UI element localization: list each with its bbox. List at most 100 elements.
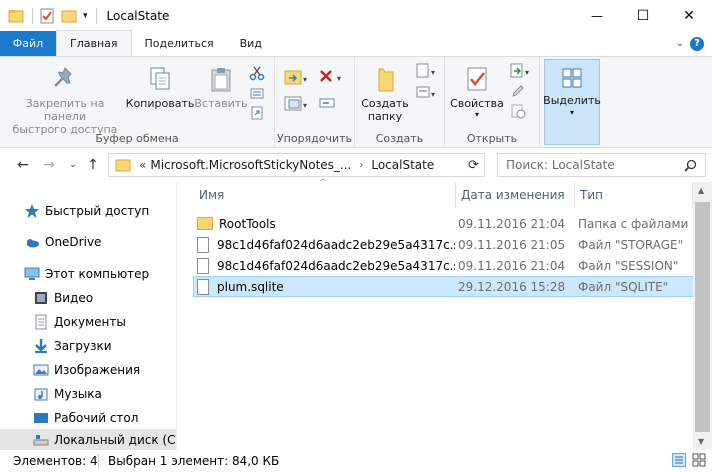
file-type: Файл "STORAGE"	[578, 237, 684, 252]
column-header-date[interactable]: Дата изменения	[455, 182, 575, 208]
file-type: Файл "SESSION"	[578, 258, 679, 273]
nav-item-music[interactable]: Музыка	[0, 383, 176, 405]
music-icon	[33, 386, 49, 402]
file-name: 98c1d46faf024d6aadc2eb29e5a4317c.stor...	[217, 258, 455, 273]
scrollbar-thumb[interactable]	[695, 202, 710, 432]
folder-app-icon[interactable]	[8, 8, 24, 24]
svg-text:▾: ▾	[337, 74, 341, 83]
pin-quick-access-button[interactable]: Закрепить на панели быстрого доступа	[4, 65, 126, 136]
file-list: Имя ^ Дата изменения Тип Р RootTools 09.…	[177, 178, 712, 450]
ribbon: Закрепить на панели быстрого доступа Коп…	[0, 56, 712, 148]
quick-access-dropdown-icon[interactable]: ▾	[83, 11, 88, 21]
details-view-icon[interactable]	[672, 453, 686, 467]
create-group-label: Создать	[375, 132, 424, 145]
copy-to-button[interactable]: ▾	[281, 93, 311, 113]
copy-button[interactable]: Копировать	[126, 65, 194, 110]
edit-icon	[512, 85, 524, 97]
search-placeholder: Поиск: LocalState	[506, 158, 615, 172]
folder-icon	[197, 217, 213, 230]
file-type: Файл "SQLITE"	[578, 279, 669, 294]
properties-dropdown-icon[interactable]: ▾	[475, 110, 479, 120]
minimize-button[interactable]: —	[574, 0, 620, 31]
easy-access-button[interactable]: ▾	[413, 83, 441, 103]
search-box[interactable]: Поиск: LocalState	[497, 153, 706, 177]
refresh-icon[interactable]: ⟳	[462, 153, 485, 177]
properties-button[interactable]: Свойства ▾	[447, 65, 507, 120]
open-button[interactable]: ▾	[507, 61, 535, 81]
breadcrumb-segment-current[interactable]: LocalState	[371, 158, 434, 172]
clipboard-group: Закрепить на панели быстрого доступа Коп…	[0, 57, 275, 148]
create-group: Создать папку ▾ ▾ Создать	[355, 57, 445, 148]
nav-item-desktop[interactable]: Рабочий стол	[0, 407, 176, 429]
file-date: 29.12.2016 15:28	[458, 279, 566, 294]
move-to-button[interactable]: ▾	[281, 67, 311, 87]
back-arrow-icon[interactable]: ←	[14, 156, 32, 174]
tab-view[interactable]: Вид	[227, 31, 275, 56]
item-count: Элементов: 4	[13, 454, 98, 468]
nav-item-onedrive[interactable]: OneDrive	[0, 231, 176, 253]
tab-home[interactable]: Главная	[56, 30, 132, 56]
new-item-button[interactable]: ▾	[413, 61, 441, 81]
desktop-icon	[33, 410, 49, 426]
cut-button[interactable]	[246, 63, 268, 83]
nav-item-downloads[interactable]: Загрузки	[0, 335, 176, 357]
properties-quick-icon[interactable]	[39, 8, 55, 24]
scroll-down-icon[interactable]: ▼	[698, 437, 704, 446]
title-separator	[95, 7, 97, 24]
paste-button[interactable]: Вставить	[194, 65, 248, 110]
up-arrow-icon[interactable]: ↑	[84, 156, 102, 174]
file-row-storage[interactable]: 98c1d46faf024d6aadc2eb29e5a4317c.stor...…	[193, 234, 701, 255]
recent-locations-icon[interactable]: ⌄	[64, 156, 82, 174]
svg-text:▾: ▾	[525, 68, 529, 77]
new-folder-quick-icon[interactable]	[61, 8, 77, 24]
address-overflow[interactable]: «	[139, 158, 146, 172]
breadcrumb-chevron-icon[interactable]: ›	[359, 160, 363, 171]
copy-icon	[150, 67, 170, 90]
content-scrollbar[interactable]: ▲ ▼	[693, 182, 712, 450]
breadcrumb-segment-parent[interactable]: Microsoft.MicrosoftStickyNotes_...	[150, 158, 351, 172]
history-button[interactable]	[507, 101, 529, 121]
forward-arrow-icon[interactable]: →	[40, 156, 58, 174]
maximize-button[interactable]: ☐	[620, 0, 666, 31]
sort-chevron-up-icon: ^	[319, 178, 327, 188]
nav-item-documents[interactable]: Документы	[0, 311, 176, 333]
tab-file[interactable]: Файл	[0, 31, 56, 56]
scroll-up-icon[interactable]: ▲	[698, 186, 704, 195]
close-button[interactable]: ✕	[666, 0, 712, 31]
delete-button[interactable]: ▾	[315, 67, 347, 87]
tab-share[interactable]: Поделиться	[132, 31, 227, 56]
paste-shortcut-icon	[251, 106, 263, 120]
expand-ribbon-icon[interactable]: ⌄	[670, 38, 690, 49]
large-icons-view-icon[interactable]	[692, 453, 706, 467]
svg-text:▾: ▾	[303, 75, 307, 84]
nav-item-quick-access[interactable]: Быстрый доступ	[0, 200, 176, 222]
nav-item-pictures[interactable]: Изображения	[0, 359, 176, 381]
file-date: 09.11.2016 21:04	[458, 216, 566, 231]
copy-path-button[interactable]	[246, 83, 268, 103]
file-row-plum-sqlite[interactable]: plum.sqlite 29.12.2016 15:28 Файл "SQLIT…	[193, 276, 701, 297]
scissors-icon	[249, 66, 265, 81]
address-bar[interactable]: « Microsoft.MicrosoftStickyNotes_... › L…	[108, 153, 485, 177]
cloud-icon	[24, 234, 40, 250]
new-folder-button[interactable]: Создать папку	[357, 65, 413, 123]
nav-item-local-disk[interactable]: Локальный диск (С	[0, 429, 176, 450]
rename-icon	[319, 98, 335, 108]
edit-button[interactable]	[507, 81, 529, 101]
easy-access-icon: ▾	[416, 86, 435, 99]
history-icon	[511, 104, 526, 119]
clipboard-group-label: Буфер обмена	[95, 132, 179, 145]
paste-shortcut-button[interactable]	[246, 103, 268, 123]
help-icon[interactable]: ?	[690, 36, 704, 51]
svg-text:▾: ▾	[431, 68, 435, 77]
file-row-session[interactable]: 98c1d46faf024d6aadc2eb29e5a4317c.stor...…	[193, 255, 701, 276]
column-header-type[interactable]: Тип	[574, 182, 694, 208]
rename-button[interactable]	[315, 93, 339, 113]
open-icon: ▾	[510, 63, 529, 78]
ribbon-controls: ⌄ ?	[670, 31, 712, 56]
navigation-bar: ← → ⌄ ↑ « Microsoft.MicrosoftStickyNotes…	[0, 148, 712, 182]
file-row-roottools[interactable]: RootTools 09.11.2016 21:04 Папка с файла…	[193, 213, 701, 234]
select-button[interactable]: Выделить ▾	[543, 59, 601, 145]
organize-group: ▾ ▾ ▾ Упорядочить	[275, 57, 355, 148]
nav-item-videos[interactable]: Видео	[0, 287, 176, 309]
nav-item-this-pc[interactable]: Этот компьютер	[0, 263, 176, 285]
